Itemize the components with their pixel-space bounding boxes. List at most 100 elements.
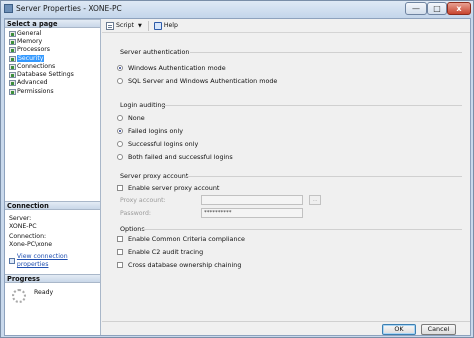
footer-divider: [102, 321, 470, 322]
help-label: Help: [163, 22, 178, 29]
page-icon: [9, 72, 16, 79]
page-item-label: Database Settings: [17, 71, 74, 79]
toolbar: Script ▼ Help: [102, 19, 470, 33]
select-page-header: Select a page: [5, 19, 100, 28]
page-item-label: Connections: [17, 62, 56, 70]
enable-server-proxy-checkbox[interactable]: Enable server proxy account: [117, 184, 219, 192]
audit-failed-only-radio[interactable]: Failed logins only: [117, 127, 183, 135]
sql-and-windows-authentication-radio[interactable]: SQL Server and Windows Authentication mo…: [117, 77, 277, 85]
connection-header: Connection: [5, 201, 100, 210]
right-pane: Script ▼ Help Server authentication Wind…: [102, 19, 470, 335]
radio-icon: [117, 78, 123, 84]
proxy-account-input[interactable]: [201, 195, 303, 205]
window-title: Server Properties - XONE-PC: [16, 4, 122, 13]
login-auditing-title: Login auditing: [120, 101, 166, 109]
option-label: Both failed and successful logins: [128, 153, 233, 161]
options-title: Options: [120, 225, 145, 233]
option-label: Enable Common Criteria compliance: [128, 235, 245, 243]
server-properties-window: Server Properties - XONE-PC — □ x Select…: [0, 0, 474, 338]
toolbar-divider: [147, 20, 149, 31]
page-item-label: Permissions: [17, 87, 54, 95]
cross-db-ownership-chaining-checkbox[interactable]: Cross database ownership chaining: [117, 261, 241, 269]
view-connection-properties-label: View connection properties: [16, 253, 68, 268]
checkbox-icon: [117, 262, 123, 268]
radio-icon: [117, 154, 123, 160]
server-authentication-title: Server authentication: [120, 48, 190, 56]
windows-authentication-radio[interactable]: Windows Authentication mode: [117, 64, 226, 72]
page-icon: [9, 38, 16, 45]
checkbox-icon: [117, 249, 123, 255]
page-item-label: Security: [17, 54, 45, 62]
c2-audit-tracing-checkbox[interactable]: Enable C2 audit tracing: [117, 248, 203, 256]
audit-both-radio[interactable]: Both failed and successful logins: [117, 153, 233, 161]
cancel-button[interactable]: Cancel: [421, 324, 456, 335]
page-icon: [9, 63, 16, 70]
maximize-button[interactable]: □: [427, 2, 447, 15]
help-button[interactable]: Help: [153, 21, 178, 30]
left-pane: Select a page General Memory Processors …: [5, 19, 101, 335]
page-item-general[interactable]: General: [7, 29, 99, 37]
radio-selected-icon: [117, 128, 123, 134]
script-button[interactable]: Script ▼: [106, 21, 142, 30]
page-item-label: Advanced: [17, 79, 48, 87]
page-item-permissions[interactable]: Permissions: [7, 87, 99, 95]
progress-spinner-icon: [12, 289, 26, 303]
page-item-database-settings[interactable]: Database Settings: [7, 70, 99, 79]
minimize-button[interactable]: —: [405, 2, 427, 15]
connection-info: Server: XONE-PC Connection: Xone-PC\xone…: [9, 215, 99, 269]
section-divider: [162, 105, 462, 106]
radio-selected-icon: [117, 65, 123, 71]
page-item-connections[interactable]: Connections: [7, 62, 99, 70]
option-label: Enable C2 audit tracing: [128, 248, 204, 256]
page-item-security[interactable]: Security: [7, 54, 99, 62]
page-icon: [9, 30, 16, 37]
connection-value: Xone-PC\xone: [9, 240, 53, 248]
page-icon: [9, 55, 16, 62]
audit-successful-only-radio[interactable]: Successful logins only: [117, 140, 198, 148]
audit-none-radio[interactable]: None: [117, 114, 145, 122]
option-label: Failed logins only: [128, 127, 184, 135]
radio-icon: [117, 115, 123, 121]
view-connection-properties-link[interactable]: View connection properties: [9, 253, 99, 268]
option-label: Enable server proxy account: [128, 184, 220, 192]
script-label: Script: [116, 22, 134, 29]
progress-status: Ready: [34, 289, 54, 296]
password-input[interactable]: **********: [201, 208, 303, 218]
page-list: General Memory Processors Security Conne…: [7, 29, 99, 95]
title-bar[interactable]: Server Properties - XONE-PC — □ x: [1, 1, 473, 18]
checkbox-icon: [117, 236, 123, 242]
dialog-client-area: Select a page General Memory Processors …: [4, 18, 471, 336]
proxy-account-label: Proxy account:: [120, 197, 166, 204]
page-item-advanced[interactable]: Advanced: [7, 79, 99, 87]
page-item-label: General: [17, 29, 42, 37]
option-label: Cross database ownership chaining: [128, 261, 242, 269]
page-item-memory[interactable]: Memory: [7, 37, 99, 45]
section-divider: [190, 52, 462, 53]
page-item-label: Memory: [17, 37, 43, 45]
section-divider: [142, 229, 462, 230]
checkbox-icon: [117, 185, 123, 191]
page-icon: [9, 88, 16, 95]
option-label: Successful logins only: [128, 140, 199, 148]
page-item-label: Processors: [17, 46, 51, 54]
common-criteria-checkbox[interactable]: Enable Common Criteria compliance: [117, 235, 245, 243]
server-proxy-account-title: Server proxy account: [120, 172, 189, 180]
page-item-processors[interactable]: Processors: [7, 46, 99, 54]
close-button[interactable]: x: [447, 2, 471, 15]
password-label: Password:: [120, 210, 151, 217]
option-label: None: [128, 114, 145, 122]
help-icon: [153, 21, 162, 30]
page-icon: [9, 47, 16, 54]
browse-proxy-account-button[interactable]: ...: [309, 195, 321, 205]
progress-header: Progress: [5, 274, 100, 283]
page-icon: [9, 80, 16, 87]
section-divider: [186, 176, 462, 177]
server-value: XONE-PC: [9, 222, 37, 230]
server-label: Server:: [9, 215, 32, 222]
app-icon: [4, 4, 13, 13]
connection-label: Connection:: [9, 233, 47, 241]
properties-icon: [9, 257, 15, 264]
ok-button[interactable]: OK: [382, 324, 416, 335]
chevron-down-icon[interactable]: ▼: [138, 23, 142, 29]
radio-icon: [117, 141, 123, 147]
